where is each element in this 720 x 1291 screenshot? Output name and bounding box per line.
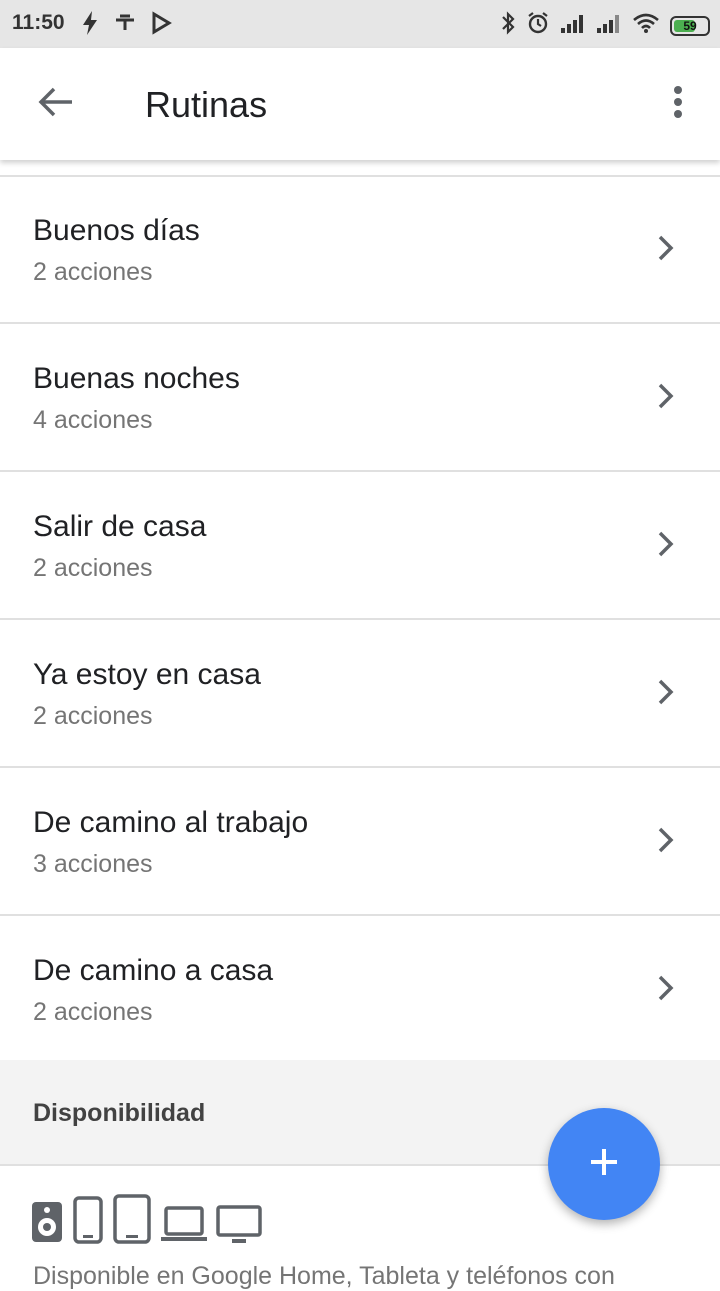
chevron-right-icon <box>656 678 676 706</box>
device-icons <box>30 1194 262 1249</box>
add-routine-button[interactable] <box>548 1108 660 1220</box>
phone-icon <box>72 1196 104 1249</box>
laptop-icon <box>160 1204 208 1249</box>
routine-subtitle: 3 acciones <box>33 850 153 878</box>
routine-subtitle: 4 acciones <box>33 406 153 434</box>
monitor-icon <box>216 1204 262 1249</box>
routine-title: Ya estoy en casa <box>33 658 261 691</box>
app-bar: Rutinas <box>0 48 720 160</box>
flash-icon <box>80 10 100 41</box>
routine-item-camino-casa[interactable]: De camino a casa 2 acciones <box>0 916 720 1064</box>
more-vert-icon <box>673 85 683 124</box>
routines-list: Buenos días 2 acciones Buenas noches 4 a… <box>0 176 720 1064</box>
tt-icon <box>114 10 136 41</box>
routine-subtitle: 2 acciones <box>33 258 153 286</box>
routine-subtitle: 2 acciones <box>33 998 153 1026</box>
chevron-right-icon <box>656 234 676 262</box>
battery-icon: 59 <box>670 15 710 36</box>
back-button[interactable] <box>30 82 82 126</box>
routine-title: Buenos días <box>33 214 200 247</box>
status-bar: 11:50 59 <box>0 0 720 48</box>
chevron-right-icon <box>656 826 676 854</box>
routine-subtitle: 2 acciones <box>33 702 153 730</box>
routine-title: De camino a casa <box>33 954 274 987</box>
play-store-icon <box>150 10 172 41</box>
tablet-icon <box>112 1194 152 1249</box>
chevron-right-icon <box>656 530 676 558</box>
speaker-icon <box>30 1200 64 1249</box>
routine-item-salir-de-casa[interactable]: Salir de casa 2 acciones <box>0 472 720 620</box>
routine-subtitle: 2 acciones <box>33 554 153 582</box>
chevron-right-icon <box>656 382 676 410</box>
routine-item-ya-estoy-en-casa[interactable]: Ya estoy en casa 2 acciones <box>0 620 720 768</box>
routine-item-camino-trabajo[interactable]: De camino al trabajo 3 acciones <box>0 768 720 916</box>
availability-description: Disponible en Google Home, Tableta y tel… <box>33 1262 615 1290</box>
routine-title: De camino al trabajo <box>33 806 309 839</box>
signal-icon <box>596 12 622 39</box>
routine-title: Salir de casa <box>33 510 207 543</box>
status-time: 11:50 <box>12 11 65 34</box>
battery-level: 59 <box>683 18 697 33</box>
routine-item-buenas-noches[interactable]: Buenas noches 4 acciones <box>0 324 720 472</box>
wifi-icon <box>632 12 660 39</box>
routine-item-buenos-dias[interactable]: Buenos días 2 acciones <box>0 176 720 324</box>
signal-icon <box>560 12 586 39</box>
page-title: Rutinas <box>145 84 268 125</box>
bluetooth-icon <box>500 10 516 41</box>
more-options-button[interactable] <box>658 82 698 126</box>
routine-title: Buenas noches <box>33 362 240 395</box>
arrow-back-icon <box>38 86 74 123</box>
chevron-right-icon <box>656 974 676 1002</box>
alarm-icon <box>526 10 550 41</box>
plus-icon <box>588 1146 620 1183</box>
section-title: Disponibilidad <box>33 1099 206 1127</box>
